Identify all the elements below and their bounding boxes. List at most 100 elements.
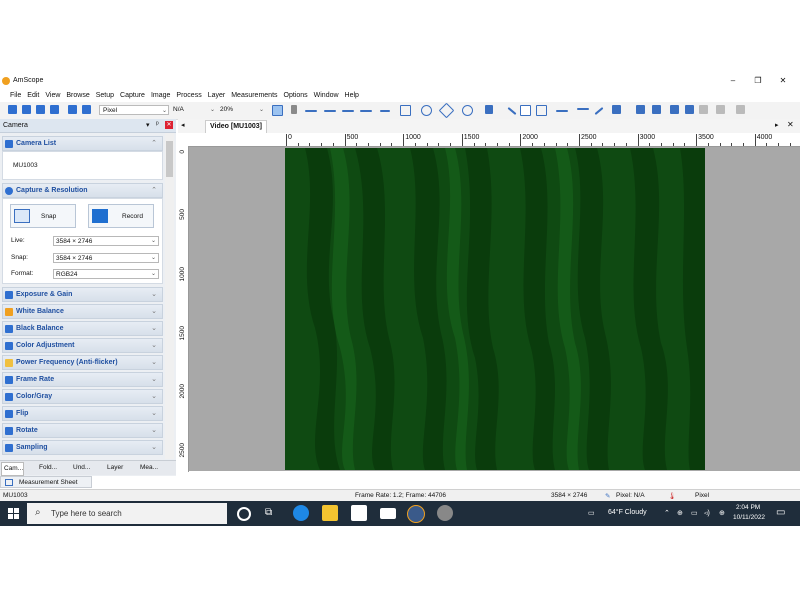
menu-item-browse[interactable]: Browse bbox=[63, 89, 92, 102]
polygon-tool-icon[interactable] bbox=[438, 102, 455, 119]
maximize-icon[interactable]: ❐ bbox=[747, 75, 769, 87]
edge-browser-icon[interactable] bbox=[293, 505, 309, 521]
scroll-right-icon[interactable]: ▸ bbox=[775, 121, 779, 129]
snap-button[interactable]: Snap bbox=[10, 204, 76, 228]
print-icon[interactable] bbox=[50, 105, 59, 114]
section-exposure-gain[interactable]: Exposure & Gain ⌄ bbox=[2, 287, 163, 302]
freehand-tool-icon[interactable] bbox=[556, 110, 568, 112]
circle-tool-icon[interactable] bbox=[462, 105, 473, 116]
record-button[interactable]: Record bbox=[88, 204, 154, 228]
network-icon[interactable]: ⊕ bbox=[677, 509, 683, 517]
parallel-tool-icon[interactable] bbox=[360, 110, 372, 112]
grid-view-icon[interactable] bbox=[82, 105, 91, 114]
section-black-balance[interactable]: Black Balance ⌄ bbox=[2, 321, 163, 336]
windows-start-icon[interactable] bbox=[8, 508, 19, 519]
cortana-icon[interactable] bbox=[237, 507, 251, 521]
camera-device-item[interactable]: MU1003 bbox=[13, 162, 38, 169]
zoom-select[interactable]: 20% ⌄ bbox=[217, 105, 265, 115]
menu-item-help[interactable]: Help bbox=[342, 89, 362, 102]
globe-icon[interactable]: ⊕ bbox=[719, 509, 725, 517]
tab-undo[interactable]: Und... bbox=[71, 462, 90, 474]
camera-list-header[interactable]: Camera List ⌃ bbox=[2, 136, 163, 151]
menu-item-setup[interactable]: Setup bbox=[93, 89, 117, 102]
rectangle-tool-icon[interactable] bbox=[400, 105, 411, 116]
section-white-balance[interactable]: White Balance ⌄ bbox=[2, 304, 163, 319]
store-icon[interactable] bbox=[351, 505, 367, 521]
polyline-tool-icon[interactable] bbox=[342, 110, 354, 112]
section-color-adjustment[interactable]: Color Adjustment ⌄ bbox=[2, 338, 163, 353]
snap-resolution-select[interactable]: 3584 × 2746 ⌄ bbox=[53, 253, 159, 263]
menu-item-capture[interactable]: Capture bbox=[117, 89, 148, 102]
save-all-icon[interactable] bbox=[36, 105, 45, 114]
weather-text[interactable]: 64°F Cloudy bbox=[608, 509, 647, 516]
arrow-tool-icon[interactable] bbox=[594, 107, 604, 115]
section-color-gray[interactable]: Color/Gray ⌄ bbox=[2, 389, 163, 404]
unit-select[interactable]: Pixel ⌄ bbox=[99, 105, 169, 115]
hand-tool-icon[interactable] bbox=[272, 105, 283, 116]
chevron-up-icon[interactable]: ⌃ bbox=[664, 509, 670, 517]
volume-icon[interactable]: ◃) bbox=[704, 509, 710, 517]
delete-icon[interactable] bbox=[716, 105, 725, 114]
panel-scrollbar[interactable] bbox=[165, 133, 174, 459]
menu-item-window[interactable]: Window bbox=[311, 89, 342, 102]
battery-icon[interactable]: ▭ bbox=[691, 509, 698, 517]
menu-item-edit[interactable]: Edit bbox=[24, 89, 42, 102]
histogram-icon[interactable] bbox=[636, 105, 645, 114]
menu-item-view[interactable]: View bbox=[42, 89, 63, 102]
format-select[interactable]: RGB24 ⌄ bbox=[53, 269, 159, 279]
section-sampling[interactable]: Sampling ⌄ bbox=[2, 440, 163, 455]
tab-video[interactable]: Video [MU1003] bbox=[205, 120, 267, 133]
open-icon[interactable] bbox=[8, 105, 17, 114]
file-explorer-icon[interactable] bbox=[322, 505, 338, 521]
scale-bar-icon[interactable] bbox=[577, 108, 589, 110]
point-tool-icon[interactable] bbox=[485, 105, 493, 114]
tab-camera[interactable]: Cam... bbox=[1, 462, 25, 476]
calibration-icon[interactable] bbox=[612, 105, 621, 114]
scroll-left-icon[interactable]: ◂ bbox=[181, 121, 185, 129]
live-resolution-select[interactable]: 3584 × 2746 ⌄ bbox=[53, 236, 159, 246]
task-view-icon[interactable]: ⧉ bbox=[265, 507, 272, 518]
report-icon[interactable] bbox=[685, 105, 694, 114]
tab-layer[interactable]: Layer bbox=[105, 462, 123, 474]
app-taskbar-icon[interactable] bbox=[437, 505, 453, 521]
tab-folder[interactable]: Fold... bbox=[37, 462, 57, 474]
section-power-frequency-anti-flicker[interactable]: Power Frequency (Anti-flicker) ⌄ bbox=[2, 355, 163, 370]
menu-item-process[interactable]: Process bbox=[173, 89, 204, 102]
close-icon[interactable]: ✕ bbox=[772, 75, 794, 87]
scrollbar-thumb[interactable] bbox=[166, 141, 173, 177]
weather-icon[interactable]: ▭ bbox=[588, 509, 595, 517]
arrow-select-icon[interactable] bbox=[291, 105, 297, 114]
section-flip[interactable]: Flip ⌄ bbox=[2, 406, 163, 421]
close-panel-icon[interactable]: ✕ bbox=[165, 121, 173, 129]
sheet-icon[interactable] bbox=[699, 105, 708, 114]
minimize-icon[interactable]: – bbox=[722, 75, 744, 87]
image-canvas[interactable] bbox=[189, 147, 800, 471]
menu-item-measurements[interactable]: Measurements bbox=[228, 89, 280, 102]
layer-icon[interactable] bbox=[670, 105, 679, 114]
menu-item-options[interactable]: Options bbox=[281, 89, 311, 102]
ellipse-tool-icon[interactable] bbox=[421, 105, 432, 116]
pin-icon[interactable]: ᵖ bbox=[156, 121, 159, 128]
taskbar-search-box[interactable]: ⌕ Type here to search bbox=[27, 503, 227, 524]
live-video-image[interactable] bbox=[285, 148, 705, 470]
amscope-taskbar-icon[interactable] bbox=[407, 505, 425, 523]
export-icon[interactable] bbox=[652, 105, 661, 114]
browse-folder-icon[interactable] bbox=[68, 105, 77, 114]
notification-icon[interactable]: ▭ bbox=[776, 507, 785, 518]
mail-icon[interactable] bbox=[380, 508, 396, 519]
save-icon[interactable] bbox=[22, 105, 31, 114]
capture-resolution-header[interactable]: Capture & Resolution ⌃ bbox=[2, 183, 163, 198]
panel-menu-icon[interactable]: ▾ bbox=[146, 121, 150, 129]
tab-measurement[interactable]: Mea... bbox=[138, 462, 158, 474]
close-tab-icon[interactable]: ✕ bbox=[787, 120, 794, 129]
section-frame-rate[interactable]: Frame Rate ⌄ bbox=[2, 372, 163, 387]
curve-tool-icon[interactable] bbox=[536, 105, 547, 116]
arc-tool-icon[interactable] bbox=[507, 107, 517, 115]
clock-date[interactable]: 10/11/2022 bbox=[733, 514, 765, 521]
clock-time[interactable]: 2:04 PM bbox=[736, 504, 760, 511]
line-tool-icon[interactable] bbox=[324, 110, 336, 112]
perpendicular-tool-icon[interactable] bbox=[380, 110, 390, 112]
angle-tool-icon[interactable] bbox=[305, 110, 317, 112]
menu-item-layer[interactable]: Layer bbox=[205, 89, 229, 102]
menu-item-file[interactable]: File bbox=[7, 89, 24, 102]
